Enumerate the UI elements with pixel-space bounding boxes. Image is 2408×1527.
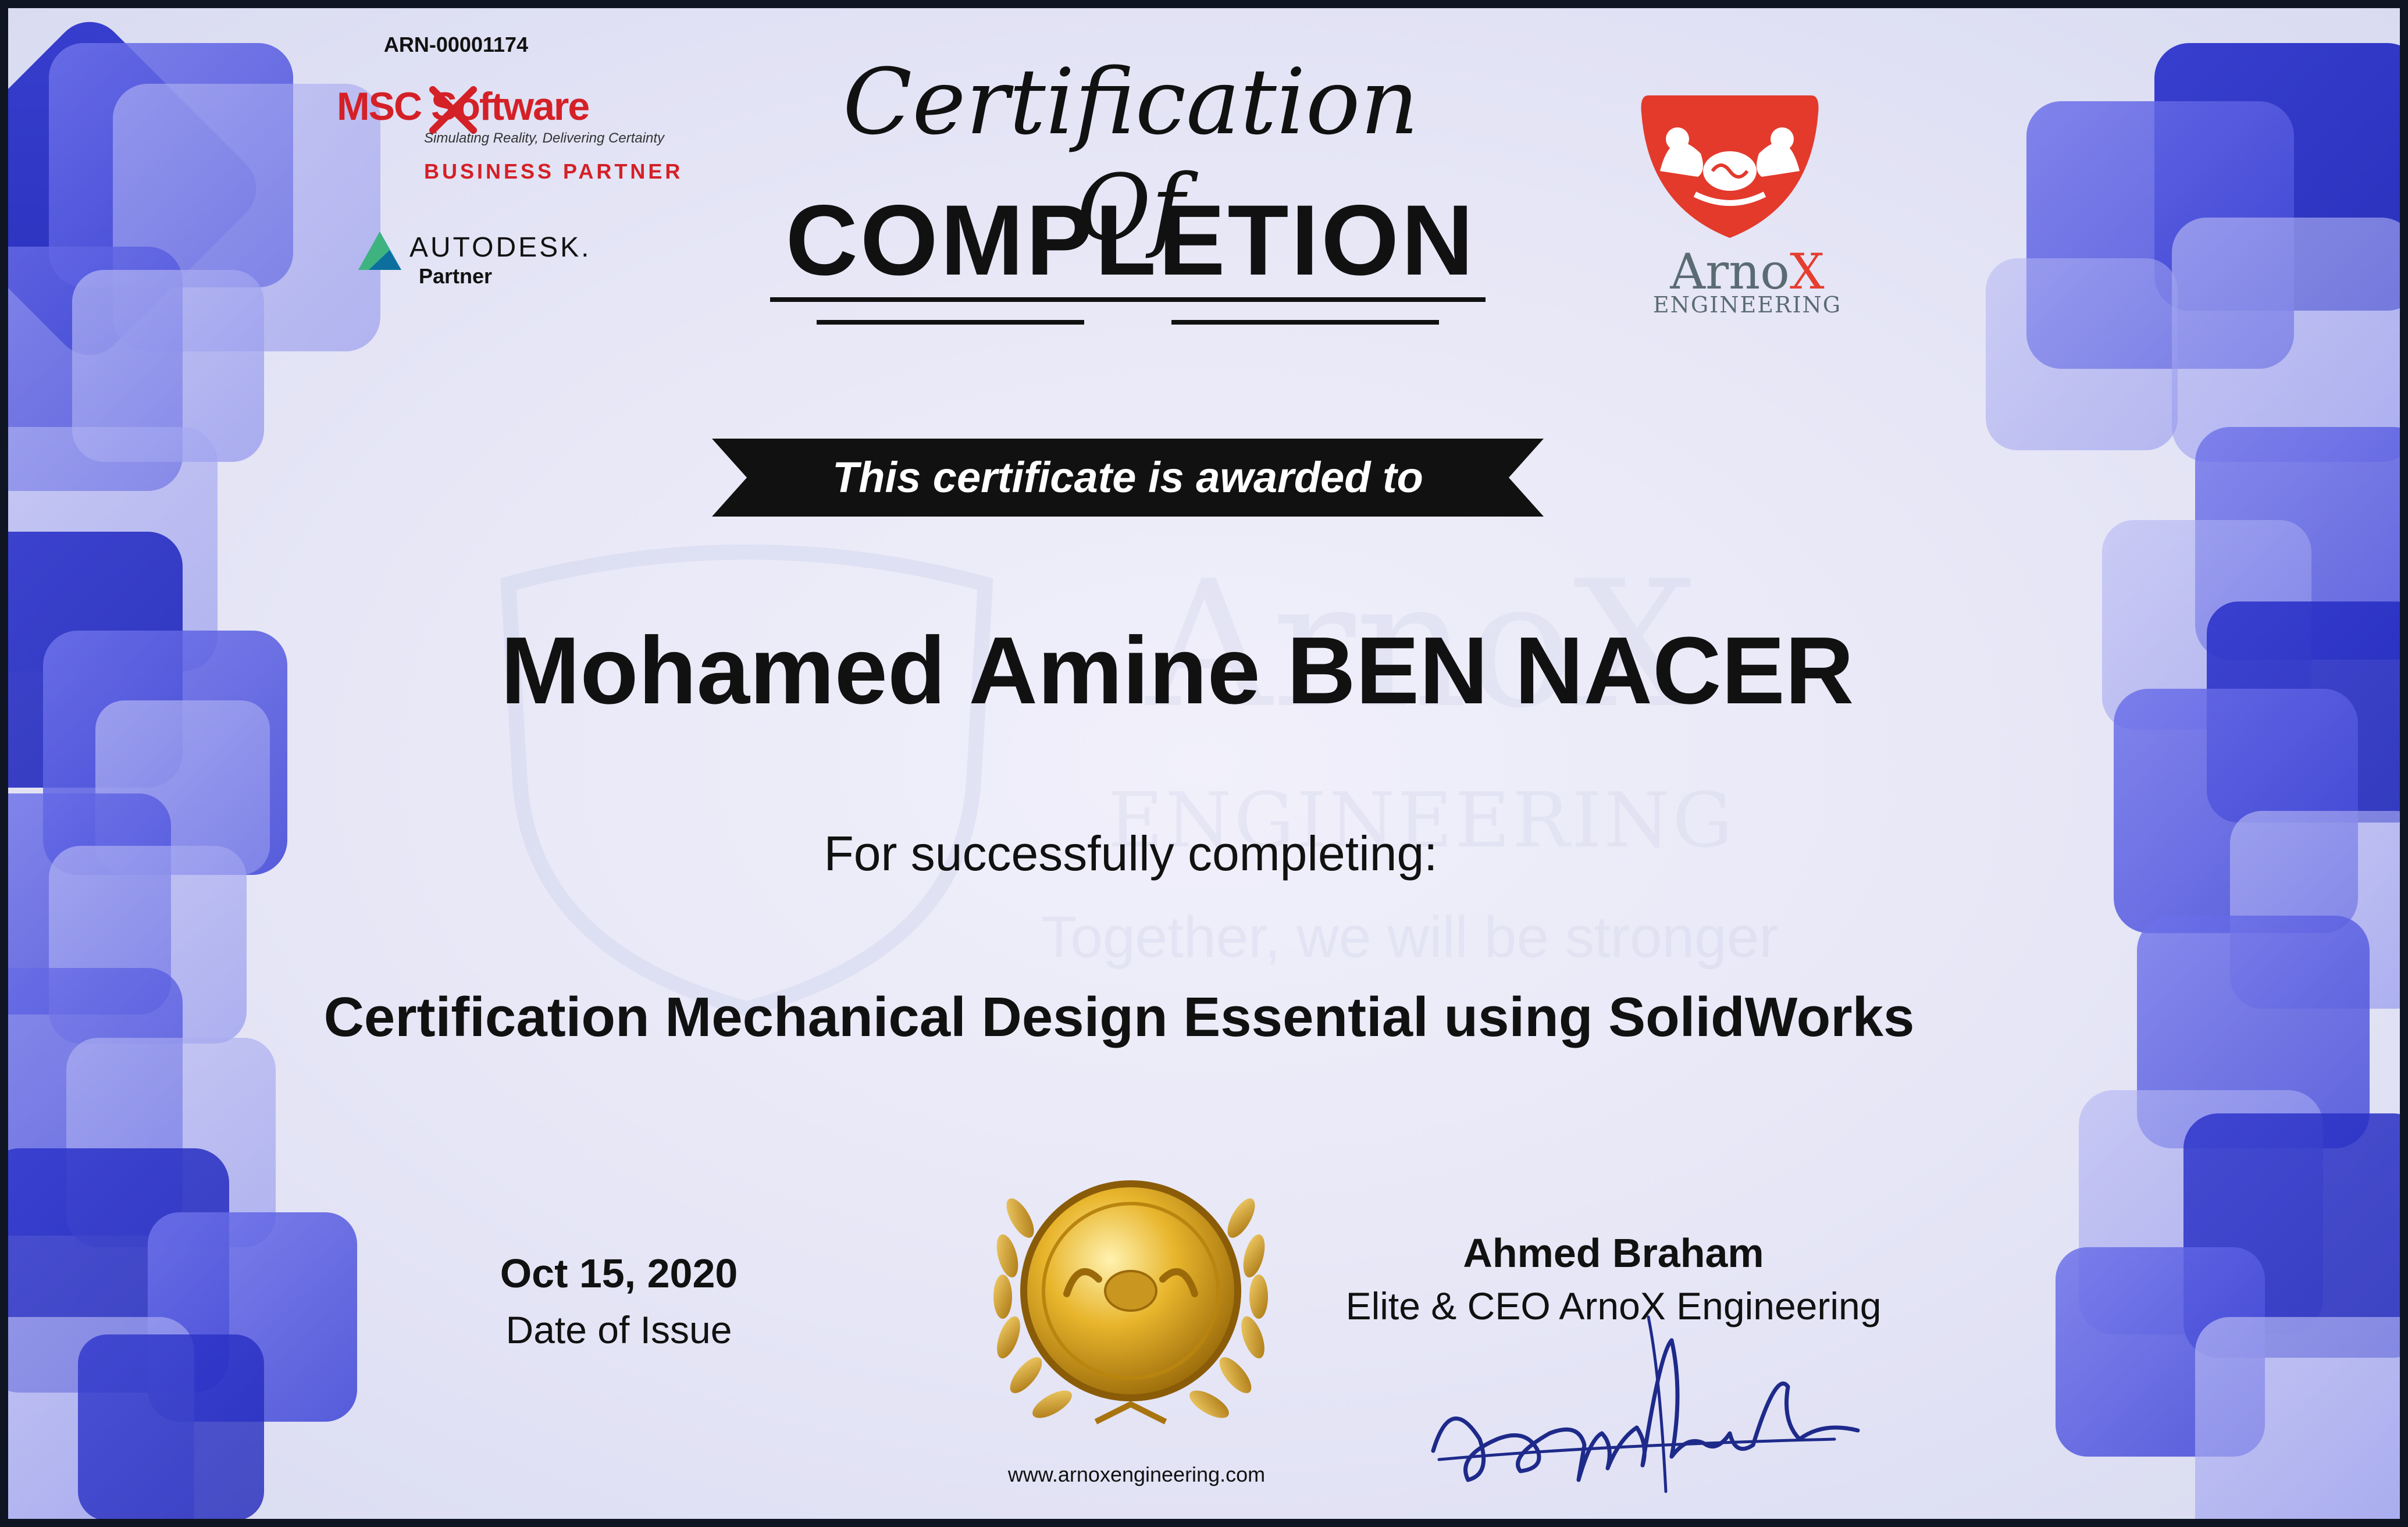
heading-main: COMPLETION <box>785 184 1476 296</box>
signature-image <box>1431 1315 1860 1493</box>
certificate-id: ARN-00001174 <box>383 33 529 56</box>
autodesk-program: Partner <box>419 264 493 288</box>
completion-text: For successfully completing: <box>824 826 1438 881</box>
arnox-subtitle: ENGINEERING <box>1652 292 1842 318</box>
autodesk-brand: AUTODESK. <box>409 232 592 263</box>
course-title: Certification Mechanical Design Essentia… <box>323 986 1915 1048</box>
left-square-cluster <box>8 22 380 1519</box>
awarded-to-text: This certificate is awarded to <box>832 453 1423 501</box>
autodesk-partner-logo: AUTODESK. Partner <box>357 228 660 292</box>
recipient-name: Mohamed Amine BEN NACER <box>500 617 1854 724</box>
awarded-ribbon: This certificate is awarded to <box>712 439 1544 517</box>
autodesk-triangle-icon <box>358 232 401 270</box>
signatory-name: Ahmed Braham <box>1463 1230 1764 1276</box>
issue-date: Oct 15, 2020 <box>500 1251 738 1296</box>
msc-brand: MSC Software <box>337 84 590 129</box>
issue-date-label: Date of Issue <box>505 1308 732 1351</box>
heading-underline-left <box>817 320 1084 325</box>
right-square-cluster <box>1986 43 2400 1519</box>
certificate: ArnoX ENGINEERING Together, we will be s… <box>8 8 2400 1519</box>
website-link[interactable]: www.arnoxengineering.com <box>869 1462 1404 1487</box>
msc-tagline: Simulating Reality, Delivering Certainty <box>424 130 665 146</box>
msc-partner-logo: MSC Software Simulating Reality, Deliver… <box>337 84 692 200</box>
arnox-brain-shield-icon <box>1641 95 1819 238</box>
watermark-tagline: Together, we will be stronger <box>1041 905 1779 970</box>
heading-underline-right <box>1171 320 1439 325</box>
heading-underline <box>770 297 1486 302</box>
gold-seal-icon <box>993 1180 1268 1425</box>
msc-program: BUSINESS PARTNER <box>424 159 683 183</box>
